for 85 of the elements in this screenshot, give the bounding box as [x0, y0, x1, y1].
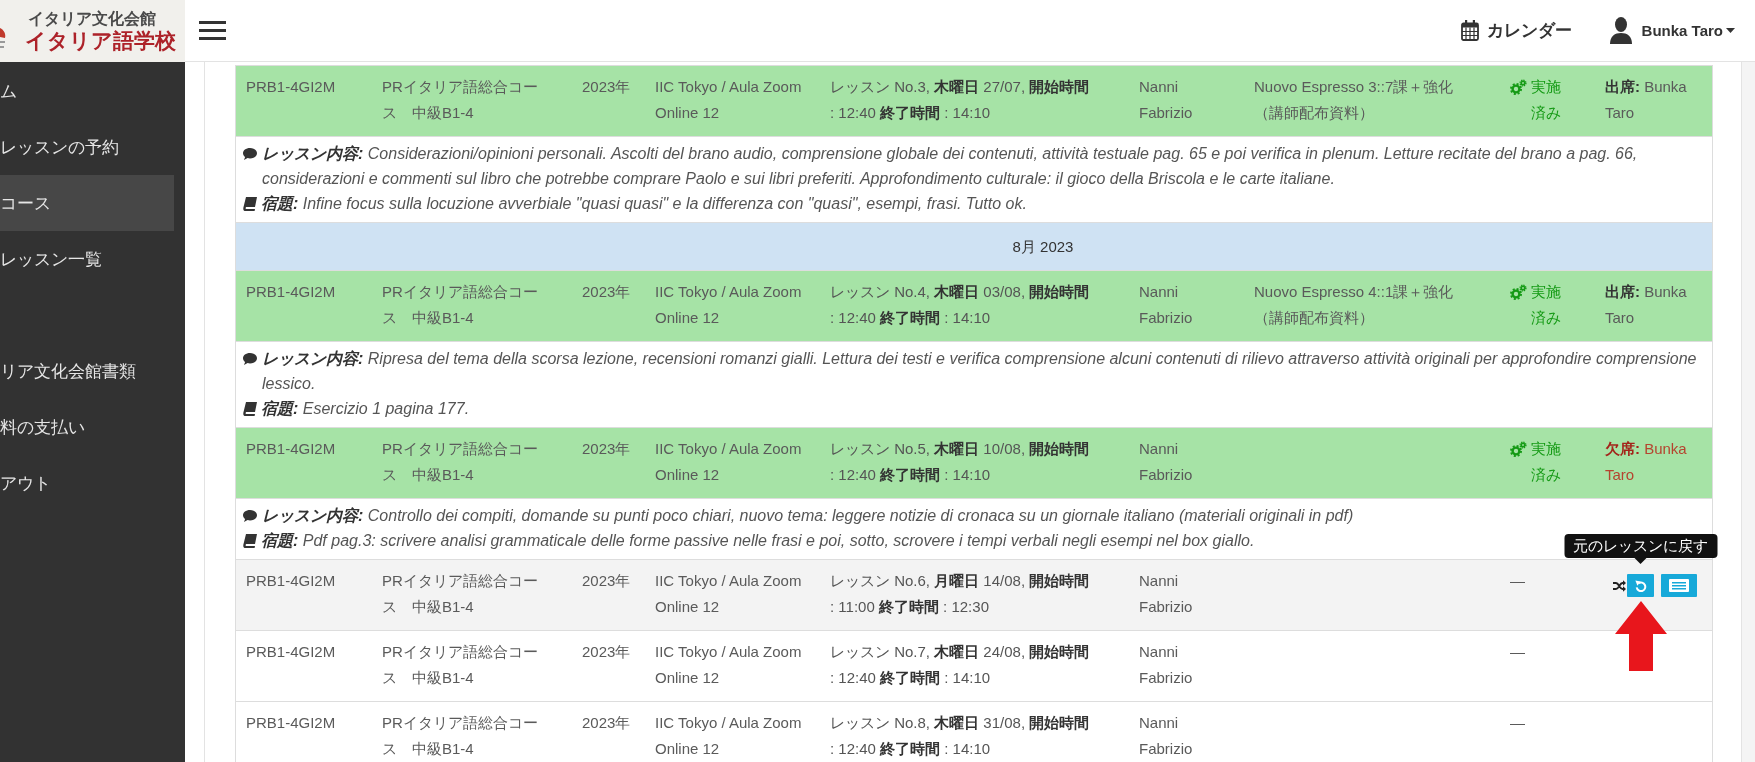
speech-bubble-icon — [242, 352, 258, 366]
lesson-content-text: レッスン内容: Considerazioni/opinioni personali. Ascolti del brano audio, comprensione globale dei contenuti, attività testuale pag. 65 e poi verifica in plenum. Letture recitate del brano a pag. 66, considerazioni e commenti sul libro che potrebbe comprare Paolo e sui libri preferiti. Approfondimento culturale: il gioco della Briscola e le carte italiane. — [262, 144, 1639, 189]
course-name: PRイタリア語総合コース 中級B1-4 — [382, 571, 539, 617]
course-code: PRB1-4GI2M — [246, 77, 337, 97]
course-code: PRB1-4GI2M — [246, 713, 337, 733]
status-text: 実施済み — [1531, 77, 1562, 123]
course-name: PRイタリア語総合コース 中級B1-4 — [382, 282, 539, 328]
user-menu[interactable]: Bunka Taro — [1609, 17, 1735, 44]
teacher-name: Nanni Fabrizio — [1139, 642, 1194, 688]
course-code: PRB1-4GI2M — [246, 571, 337, 591]
location-text: IIC Tokyo / Aula Zoom Online 12 — [655, 713, 803, 759]
year-text: 2023年 — [582, 77, 632, 97]
attendance-text: 出席: Bunka Taro — [1605, 282, 1688, 328]
schedule-text: レッスン No.8, 木曜日 31/08, 開始時間 : 12:40 終了時間 : 14:10 — [830, 713, 1091, 759]
sidebar-item[interactable]: アウト — [0, 455, 174, 511]
schedule-text: レッスン No.7, 木曜日 24/08, 開始時間 : 12:40 終了時間 : 14:10 — [830, 642, 1091, 688]
book-icon — [242, 197, 257, 211]
year-text: 2023年 — [582, 642, 632, 662]
list-icon — [1669, 579, 1689, 592]
teacher-name: Nanni Fabrizio — [1139, 713, 1194, 759]
sidebar-item[interactable]: レッスンの予約 — [0, 119, 174, 175]
year-text: 2023年 — [582, 282, 632, 302]
schedule-text: レッスン No.4, 木曜日 03/08, 開始時間 : 12:40 終了時間 : 14:10 — [830, 282, 1091, 328]
sidebar-item[interactable]: 料の支払い — [0, 399, 174, 455]
sidebar-item[interactable]: ム — [0, 63, 174, 119]
teacher-name: Nanni Fabrizio — [1139, 439, 1194, 485]
year-text: 2023年 — [582, 571, 632, 591]
menu-button[interactable] — [199, 21, 226, 40]
speech-bubble-icon — [242, 509, 258, 523]
location-text: IIC Tokyo / Aula Zoom Online 12 — [655, 571, 803, 617]
material-text: Nuovo Espresso 3::7課＋強化（講師配布資料） — [1254, 77, 1455, 123]
homework-text: 宿題: Pdf pag.3: scrivere analisi grammaticale delle forme passive nelle frasi e poi, sotto, scrovere i tempi verbali negli esempi nel box giallo. — [261, 531, 1255, 551]
schedule-text: レッスン No.3, 木曜日 27/07, 開始時間 : 12:40 終了時間 : 14:10 — [830, 77, 1091, 123]
status-text: — — [1510, 642, 1525, 662]
schedule-text: レッスン No.5, 木曜日 10/08, 開始時間 : 12:40 終了時間 : 14:10 — [830, 439, 1091, 485]
month-label: 8月 2023 — [1012, 238, 1074, 255]
caret-icon — [1726, 28, 1735, 33]
speech-bubble-icon — [242, 147, 258, 161]
book-icon — [242, 402, 257, 416]
user-icon — [1609, 17, 1632, 44]
homework-text: 宿題: Esercizio 1 pagina 177. — [261, 399, 470, 419]
sidebar-item[interactable]: リア文化会館書類 — [0, 343, 174, 399]
gears-icon — [1510, 441, 1527, 457]
list-button[interactable] — [1661, 574, 1697, 597]
course-name: PRイタリア語総合コース 中級B1-4 — [382, 439, 539, 485]
status-text: — — [1510, 571, 1525, 591]
attendance-text: 欠席: Bunka Taro — [1605, 439, 1688, 485]
logo-title: イタリア語学校 — [25, 29, 176, 53]
status-text: 実施済み — [1531, 439, 1562, 485]
teacher-name: Nanni Fabrizio — [1139, 571, 1194, 617]
status-text: — — [1510, 713, 1525, 733]
course-code: PRB1-4GI2M — [246, 439, 337, 459]
location-text: IIC Tokyo / Aula Zoom Online 12 — [655, 642, 803, 688]
homework-text: 宿題: Infine focus sulla locuzione avverbiale "quasi quasi" e la differenza con "quasi", esempi, frasi. Tutto ok. — [261, 194, 1027, 214]
book-icon — [242, 534, 257, 548]
location-text: IIC Tokyo / Aula Zoom Online 12 — [655, 439, 803, 485]
gears-icon — [1510, 284, 1527, 300]
location-text: IIC Tokyo / Aula Zoom Online 12 — [655, 282, 803, 328]
tooltip: 元のレッスンに戻す — [1564, 534, 1717, 564]
location-text: IIC Tokyo / Aula Zoom Online 12 — [655, 77, 803, 123]
schedule-text: レッスン No.6, 月曜日 14/08, 開始時間 : 11:00 終了時間 : 12:30 — [830, 571, 1091, 617]
undo-icon — [1634, 579, 1647, 592]
crossed-arrows-icon[interactable] — [1613, 579, 1626, 592]
calendar-icon — [1460, 20, 1479, 41]
attendance-text: 出席: Bunka Taro — [1605, 77, 1688, 123]
teacher-name: Nanni Fabrizio — [1139, 282, 1194, 328]
gears-icon — [1510, 79, 1527, 95]
material-text: Nuovo Espresso 4::1課＋強化（講師配布資料） — [1254, 282, 1455, 328]
year-text: 2023年 — [582, 439, 632, 459]
course-code: PRB1-4GI2M — [246, 642, 337, 662]
lesson-content-text: レッスン内容: Ripresa del tema della scorsa lezione, recensioni romanzi gialli. Lettura dei testi e verifica comprensione alcuni contenuti di rilievo attraverso attività originali per approfondire comprensione lessico. — [262, 349, 1698, 394]
lesson-content-text: レッスン内容: Controllo dei compiti, domande su punti poco chiari, nuovo tema: leggere notizie di cronaca su un giornale italiano (materiali originali in pdf) — [262, 506, 1354, 526]
course-code: PRB1-4GI2M — [246, 282, 337, 302]
sidebar-item[interactable]: レッスン一覧 — [0, 231, 174, 287]
calendar-link[interactable]: カレンダー — [1460, 19, 1572, 42]
course-name: PRイタリア語総合コース 中級B1-4 — [382, 642, 539, 688]
status-text: 実施済み — [1531, 282, 1562, 328]
teacher-name: Nanni Fabrizio — [1139, 77, 1194, 123]
sidebar-item[interactable]: コース — [0, 175, 174, 231]
logo-icon — [0, 28, 6, 50]
year-text: 2023年 — [582, 713, 632, 733]
course-name: PRイタリア語総合コース 中級B1-4 — [382, 713, 539, 759]
course-name: PRイタリア語総合コース 中級B1-4 — [382, 77, 539, 123]
menu-icon — [199, 21, 226, 40]
logo-subtitle: イタリア文化会館 — [27, 9, 156, 29]
